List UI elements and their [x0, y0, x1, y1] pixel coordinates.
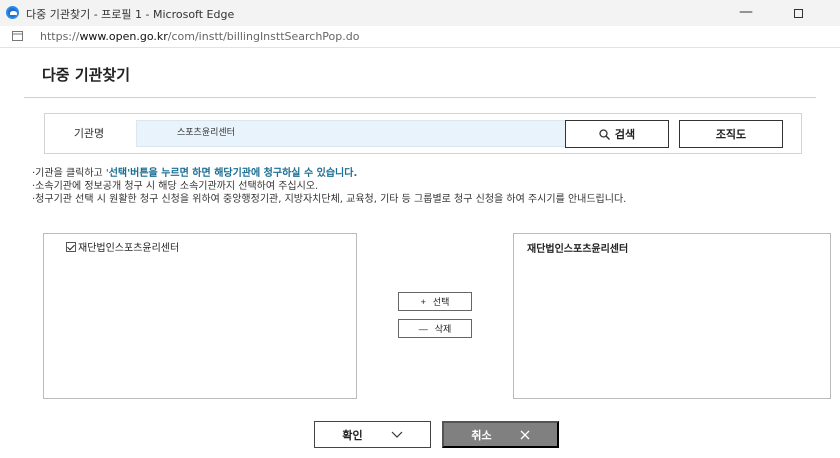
url-domain: www.open.go.kr — [79, 30, 168, 43]
search-button-label: 검색 — [614, 129, 636, 141]
add-button-label: 선택 — [432, 297, 450, 307]
page-title: 다중 기관찾기 — [42, 66, 131, 84]
address-bar[interactable]: https://www.open.go.kr/com/instt/billing… — [0, 26, 840, 48]
result-list-item[interactable]: 재단법인스포츠윤리센터 — [66, 239, 179, 254]
instruction-line-2: ·소속기관에 정보공개 청구 시 해당 소속기관까지 선택하여 주십시오. — [32, 181, 319, 192]
search-icon — [599, 128, 610, 140]
ok-button-label: 확인 — [342, 429, 363, 442]
delete-button-label: 삭제 — [434, 324, 452, 334]
plus-icon: + — [420, 296, 426, 307]
selected-list[interactable]: 재단법인스포츠윤리센터 — [513, 233, 831, 399]
minimize-button[interactable]: — — [732, 1, 760, 25]
url-path: /com/instt/billingInsttSearchPop.do — [167, 30, 360, 43]
maximize-icon — [793, 8, 803, 18]
ok-button[interactable]: 확인 — [314, 421, 431, 448]
search-button[interactable]: 검색 — [565, 120, 669, 148]
search-row: 기관명 스포츠윤리센터 검색 조직도 — [44, 113, 802, 154]
add-button[interactable]: + 선택 — [398, 292, 472, 311]
cancel-button-label: 취소 — [471, 429, 492, 442]
org-chart-button-label: 조직도 — [715, 129, 747, 141]
instruction-line-1-prefix: ·기관을 클릭하고 ' — [32, 168, 109, 179]
lock-icon — [12, 31, 23, 41]
window-title: 다중 기관찾기 - 프로필 1 - Microsoft Edge — [26, 8, 235, 21]
search-label: 기관명 — [73, 127, 105, 140]
cancel-button[interactable]: 취소 — [442, 421, 559, 448]
minus-icon: — — [418, 323, 428, 334]
window-titlebar: 다중 기관찾기 - 프로필 1 - Microsoft Edge — — [0, 0, 840, 26]
close-icon — [520, 430, 530, 439]
result-list[interactable]: 재단법인스포츠윤리센터 — [43, 233, 357, 399]
check-icon[interactable] — [66, 241, 76, 252]
selected-list-item[interactable]: 재단법인스포츠윤리센터 — [527, 240, 628, 255]
delete-button[interactable]: — 삭제 — [398, 319, 472, 338]
instruction-line-3: ·청구기관 선택 시 원활한 청구 신청을 위하여 중앙행정기관, 지방자치단체… — [32, 194, 627, 205]
org-chart-button[interactable]: 조직도 — [679, 120, 783, 148]
url-text: https://www.open.go.kr/com/instt/billing… — [40, 30, 359, 43]
search-input[interactable]: 스포츠윤리센터 — [136, 120, 588, 147]
url-prefix: https:// — [40, 30, 80, 43]
check-icon — [391, 431, 403, 438]
result-item-label: 재단법인스포츠윤리센터 — [78, 243, 180, 254]
maximize-button[interactable] — [784, 1, 812, 25]
instruction-line-1: ·기관을 클릭하고 '선택'버튼을 누르면 하면 해당기관에 청구하실 수 있습… — [32, 167, 832, 180]
title-divider — [24, 97, 816, 98]
instructions: ·기관을 클릭하고 '선택'버튼을 누르면 하면 해당기관에 청구하실 수 있습… — [32, 167, 832, 206]
instruction-line-1-highlight: 선택'버튼을 누르면 하면 해당기관에 청구하실 수 있습니다. — [108, 168, 358, 179]
edge-logo-icon — [6, 6, 19, 19]
